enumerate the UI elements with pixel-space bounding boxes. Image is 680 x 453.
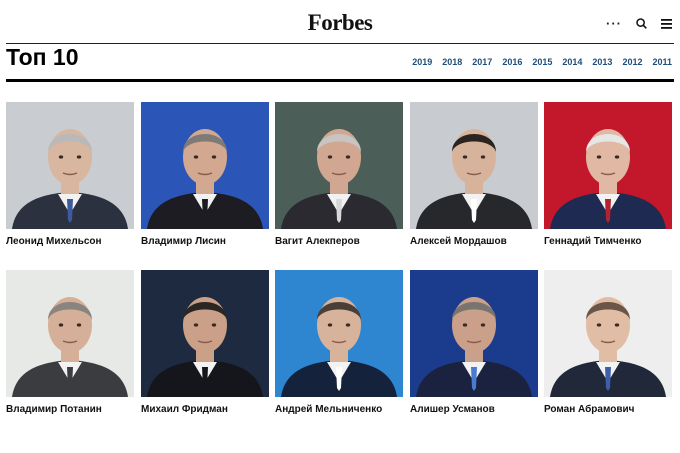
site-header: Forbes ··· bbox=[0, 0, 680, 40]
portrait-image bbox=[141, 102, 269, 229]
portrait-image bbox=[275, 102, 403, 229]
person-name[interactable]: Владимир Лисин bbox=[141, 236, 269, 247]
person-photo[interactable] bbox=[6, 102, 134, 229]
header-divider bbox=[6, 43, 674, 44]
person-photo[interactable] bbox=[410, 102, 538, 229]
year-link-2019[interactable]: 2019 bbox=[412, 57, 432, 67]
portrait-image bbox=[544, 102, 672, 229]
person-photo[interactable] bbox=[275, 102, 403, 229]
person-name[interactable]: Геннадий Тимченко bbox=[544, 236, 672, 247]
year-link-2018[interactable]: 2018 bbox=[442, 57, 462, 67]
person-card[interactable]: Андрей Мельниченко bbox=[275, 270, 403, 415]
more-dots-icon[interactable]: ··· bbox=[606, 17, 622, 30]
person-card[interactable]: Владимир Лисин bbox=[141, 102, 269, 247]
person-name[interactable]: Роман Абрамович bbox=[544, 404, 672, 415]
hamburger-menu-icon[interactable] bbox=[661, 18, 672, 29]
forbes-logo[interactable]: Forbes bbox=[0, 10, 680, 36]
year-link-2017[interactable]: 2017 bbox=[472, 57, 492, 67]
year-link-2015[interactable]: 2015 bbox=[532, 57, 552, 67]
person-name[interactable]: Алишер Усманов bbox=[410, 404, 538, 415]
person-card[interactable]: Алексей Мордашов bbox=[410, 102, 538, 247]
portrait-image bbox=[6, 270, 134, 397]
year-link-2011[interactable]: 2011 bbox=[652, 57, 672, 67]
year-navigation: 2019 2018 2017 2016 2015 2014 2013 2012 2011 bbox=[412, 57, 672, 67]
search-icon[interactable] bbox=[636, 18, 647, 29]
person-name[interactable]: Алексей Мордашов bbox=[410, 236, 538, 247]
person-photo[interactable] bbox=[275, 270, 403, 397]
person-name[interactable]: Леонид Михельсон bbox=[6, 236, 134, 247]
portrait-image bbox=[141, 270, 269, 397]
person-photo[interactable] bbox=[6, 270, 134, 397]
year-link-2014[interactable]: 2014 bbox=[562, 57, 582, 67]
person-card[interactable]: Леонид Михельсон bbox=[6, 102, 134, 247]
person-card[interactable]: Геннадий Тимченко bbox=[544, 102, 672, 247]
portrait-image bbox=[6, 102, 134, 229]
portrait-image bbox=[410, 102, 538, 229]
portrait-image bbox=[544, 270, 672, 397]
person-photo[interactable] bbox=[141, 270, 269, 397]
portrait-image bbox=[275, 270, 403, 397]
header-icons: ··· bbox=[606, 17, 672, 30]
person-photo[interactable] bbox=[410, 270, 538, 397]
person-photo[interactable] bbox=[141, 102, 269, 229]
title-divider bbox=[6, 79, 674, 82]
person-name[interactable]: Вагит Алекперов bbox=[275, 236, 403, 247]
person-card[interactable]: Михаил Фридман bbox=[141, 270, 269, 415]
person-photo[interactable] bbox=[544, 270, 672, 397]
person-card[interactable]: Владимир Потанин bbox=[6, 270, 134, 415]
person-name[interactable]: Владимир Потанин bbox=[6, 404, 134, 415]
person-card[interactable]: Роман Абрамович bbox=[544, 270, 672, 415]
person-name[interactable]: Михаил Фридман bbox=[141, 404, 269, 415]
page-title: Топ 10 bbox=[6, 44, 79, 70]
person-name[interactable]: Андрей Мельниченко bbox=[275, 404, 403, 415]
year-link-2013[interactable]: 2013 bbox=[592, 57, 612, 67]
portrait-image bbox=[410, 270, 538, 397]
year-link-2016[interactable]: 2016 bbox=[502, 57, 522, 67]
person-card[interactable]: Вагит Алекперов bbox=[275, 102, 403, 247]
person-photo[interactable] bbox=[544, 102, 672, 229]
person-card[interactable]: Алишер Усманов bbox=[410, 270, 538, 415]
year-link-2012[interactable]: 2012 bbox=[622, 57, 642, 67]
